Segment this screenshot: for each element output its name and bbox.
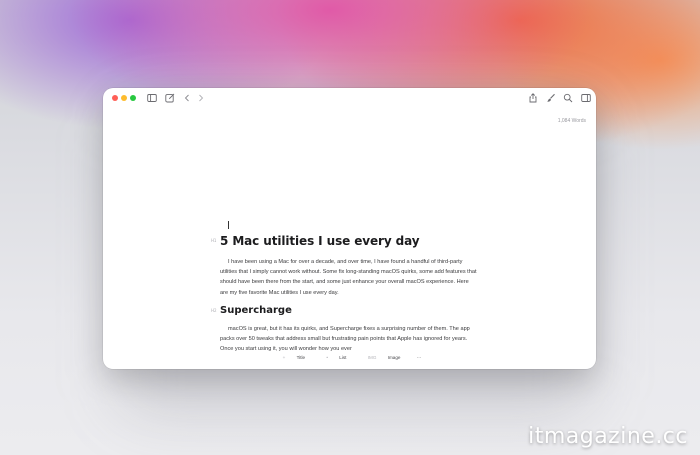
heading-level-marker: H1 xyxy=(211,238,217,243)
back-icon[interactable] xyxy=(181,92,193,104)
minimize-window-button[interactable] xyxy=(121,95,127,101)
insert-title-button[interactable]: + Title xyxy=(278,355,310,360)
insert-list-label: List xyxy=(339,355,347,360)
maximize-window-button[interactable] xyxy=(130,95,136,101)
insert-image-label: Image xyxy=(387,355,401,360)
section-paragraph[interactable]: macOS is great, but it has its quirks, a… xyxy=(220,324,478,355)
title-bar xyxy=(103,88,596,108)
section-heading-text: Supercharge xyxy=(220,304,292,316)
insert-title-label: Title xyxy=(296,355,306,360)
title-prefix: + xyxy=(282,355,286,360)
image-icon: IMG xyxy=(367,355,377,360)
insert-list-button[interactable]: • List xyxy=(321,355,351,360)
word-count: 1,084 Words xyxy=(557,118,586,124)
intro-paragraph[interactable]: I have been using a Mac for over a decad… xyxy=(220,257,478,298)
document-title-text: 5 Mac utilities I use every day xyxy=(220,234,420,248)
search-icon[interactable] xyxy=(562,92,574,104)
panel-icon[interactable] xyxy=(580,92,592,104)
format-bar: + Title • List IMG Image ⋯ xyxy=(103,355,596,365)
close-window-button[interactable] xyxy=(112,95,118,101)
document-title[interactable]: H1 5 Mac utilities I use every day xyxy=(211,234,478,248)
more-options-button[interactable]: ⋯ xyxy=(417,355,422,360)
sidebar-icon[interactable] xyxy=(146,92,158,104)
brush-icon[interactable] xyxy=(545,92,557,104)
compose-icon[interactable] xyxy=(164,92,176,104)
list-icon: • xyxy=(326,355,329,360)
document-body[interactable]: H1 5 Mac utilities I use every day I hav… xyxy=(211,234,478,355)
heading-level-marker: H2 xyxy=(211,307,217,313)
section-heading[interactable]: H2 Supercharge xyxy=(211,304,478,316)
text-cursor xyxy=(228,221,229,229)
forward-icon[interactable] xyxy=(195,92,207,104)
share-icon[interactable] xyxy=(527,92,539,104)
editor-window: 1,084 Words H1 5 Mac utilities I use eve… xyxy=(103,88,596,369)
watermark: itmagazine.cc xyxy=(528,424,688,449)
insert-image-button[interactable]: IMG Image xyxy=(363,355,406,360)
